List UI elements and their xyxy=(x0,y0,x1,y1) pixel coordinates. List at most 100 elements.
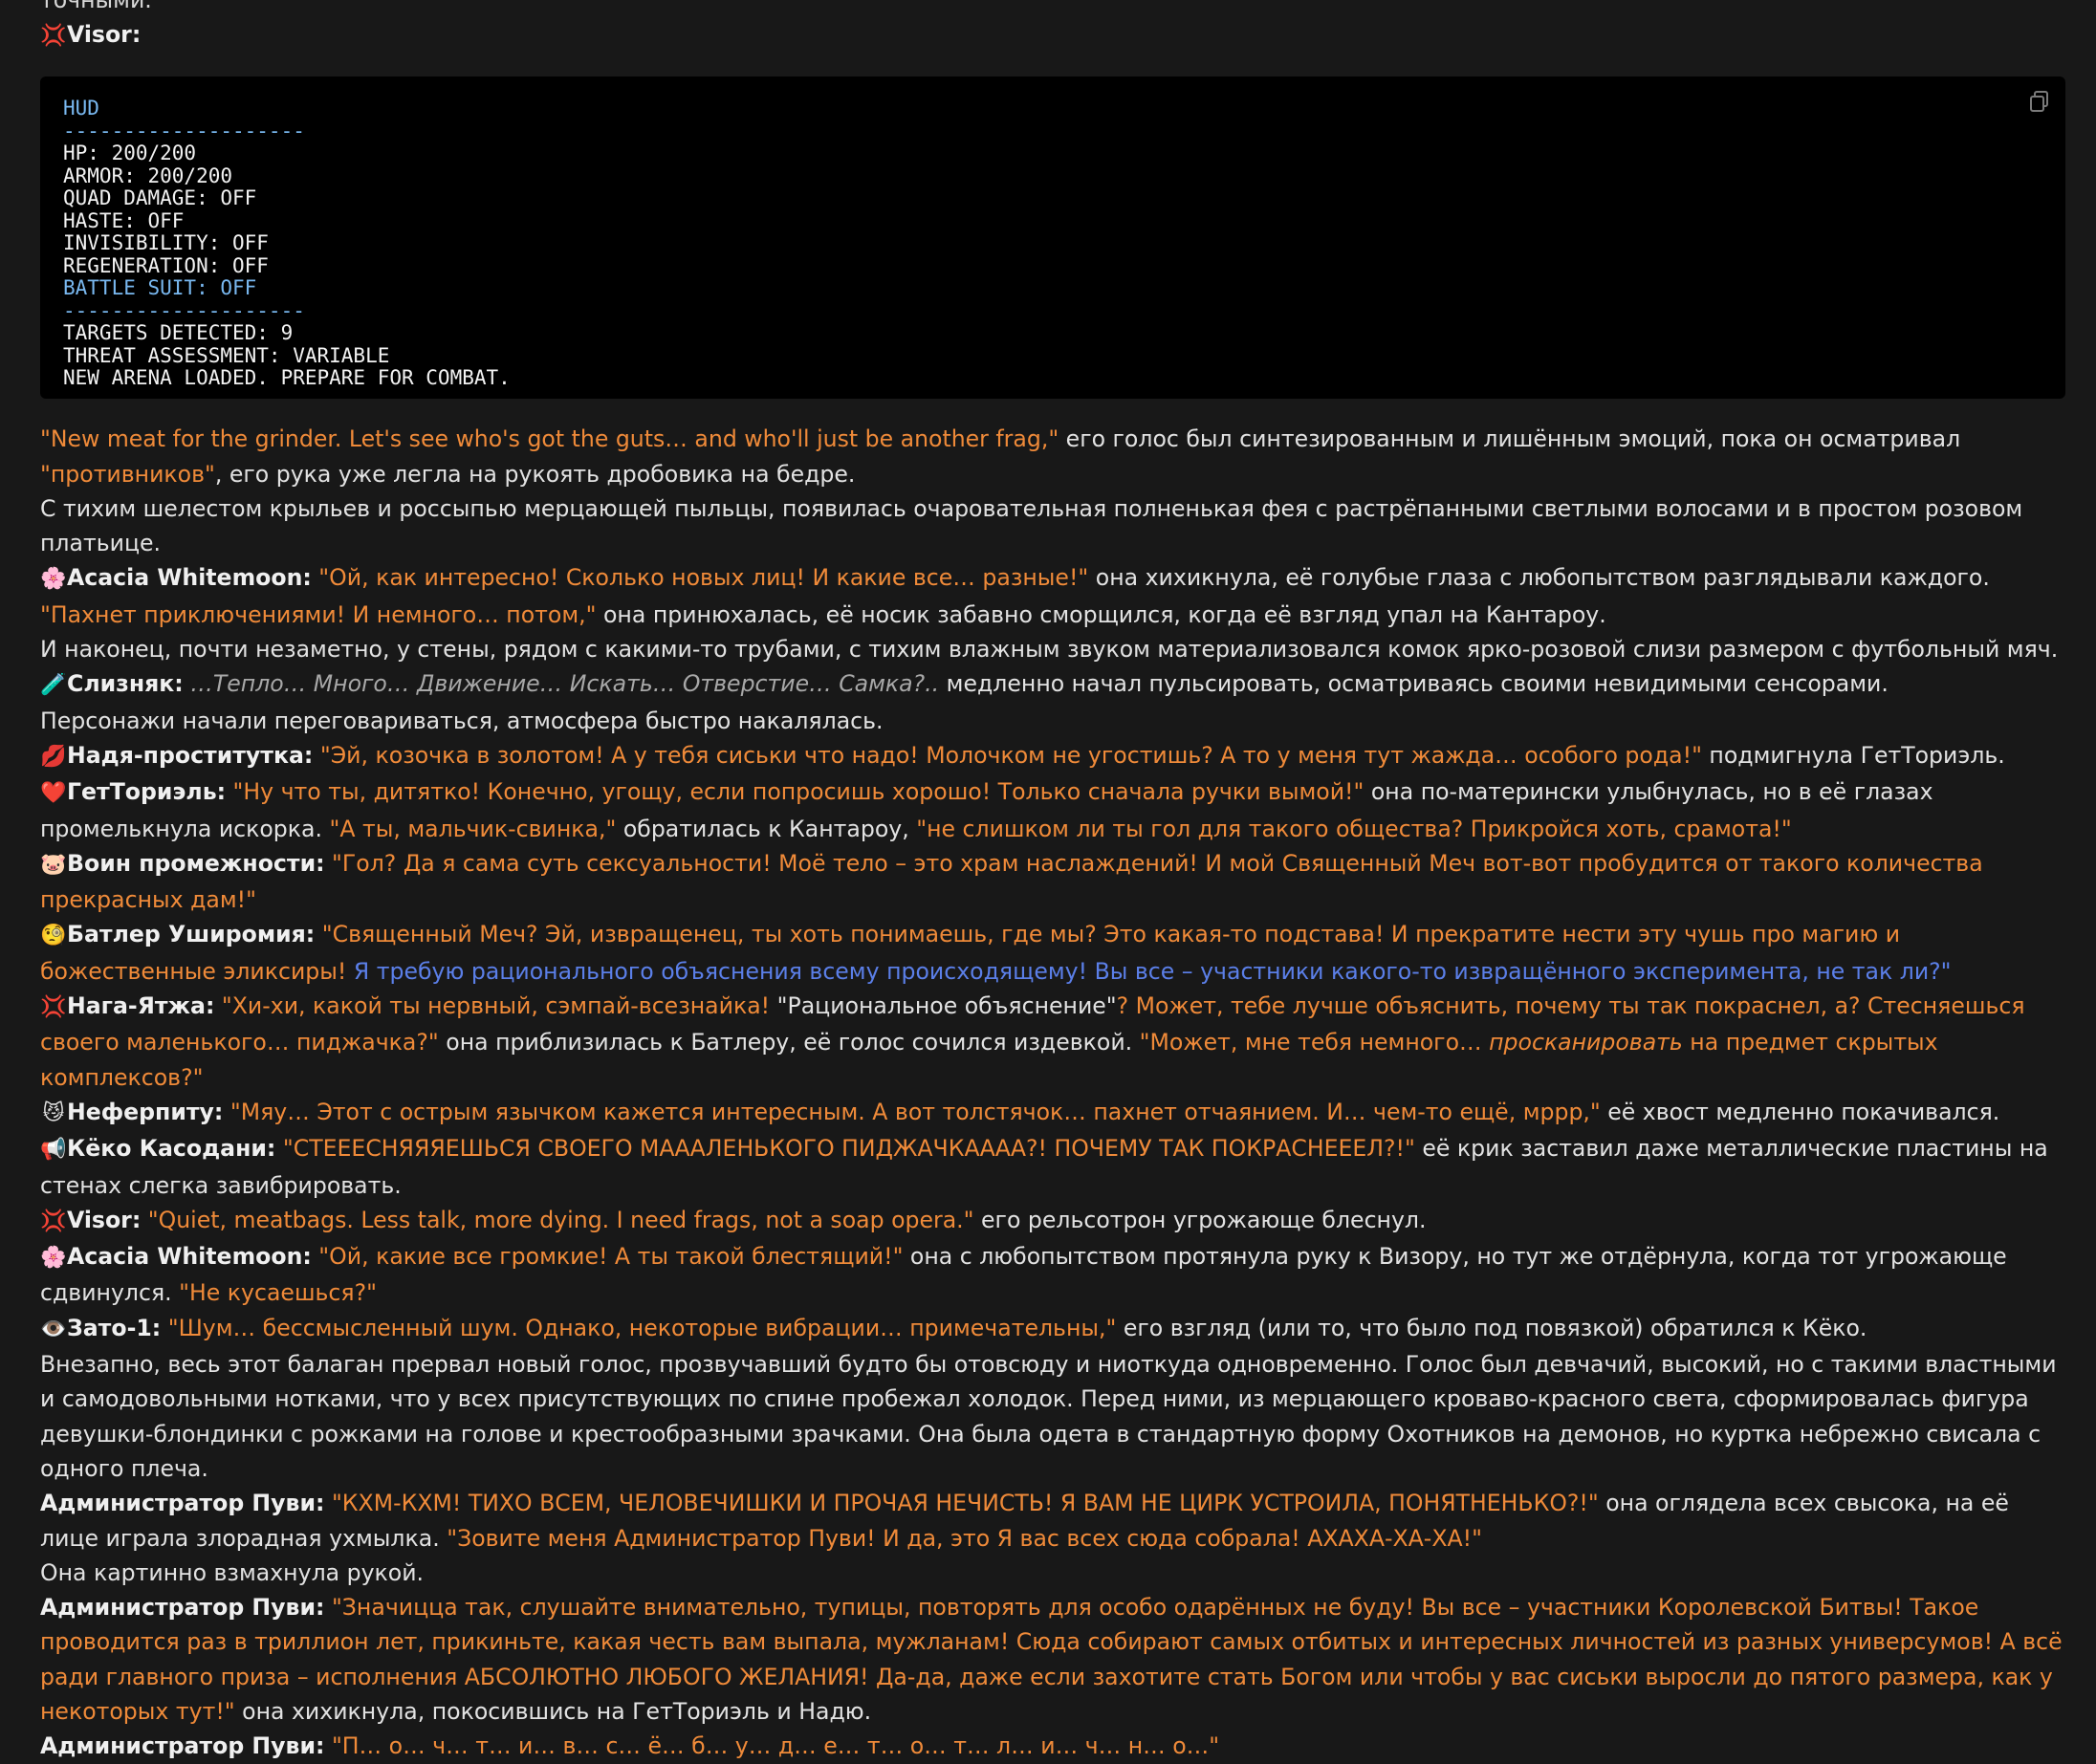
hud-line: REGENERATION: OFF xyxy=(63,253,269,277)
chat-message: точными. 💢Visor: HUD -------------------… xyxy=(40,0,2065,1764)
speaker-name: Надя-проститутка: xyxy=(67,741,314,769)
anger-icon: 💢 xyxy=(40,24,67,48)
paragraph-acacia-2: 🌸Acacia Whitemoon: "Ой, какие все громки… xyxy=(40,1239,2065,1311)
narration: она хихикнула, покосившись на ГетТориэль… xyxy=(234,1697,872,1725)
hud-line: ARMOR: 200/200 xyxy=(63,163,233,187)
speaker-name: Нага-Ятжа: xyxy=(67,992,215,1020)
narration: она приблизилась к Батлеру, её голос соч… xyxy=(438,1029,1140,1056)
hud-code-block: HUD -------------------- HP: 200/200 ARM… xyxy=(40,76,2065,400)
paragraph-visor: 💢Visor: "Quiet, meatbags. Less talk, mor… xyxy=(40,1203,2065,1239)
cut-off-text: точными. xyxy=(40,0,152,13)
quote: "Гол? Да я сама суть сексуальности! Моё … xyxy=(40,849,1983,914)
speaker-line-visor: 💢Visor: xyxy=(40,17,2065,54)
hud-line: HUD xyxy=(63,97,99,120)
paragraph-admin-3-cut: Администратор Пуви: "П… о… ч… т… и… в… с… xyxy=(40,1729,2065,1763)
quote: "противников" xyxy=(40,460,215,488)
quote: "Пахнет приключениями! И немного… потом,… xyxy=(40,600,597,628)
speaker-name: Администратор Пуви: xyxy=(40,1594,325,1622)
hud-line: BATTLE SUIT: OFF xyxy=(63,276,257,300)
paragraph-nadya: 💋Надя-проститутка: "Эй, козочка в золото… xyxy=(40,738,2065,774)
test-tube-icon: 🧪 xyxy=(40,673,67,698)
paragraph-admin: Администратор Пуви: "КХМ-КХМ! ТИХО ВСЕМ,… xyxy=(40,1486,2065,1556)
paragraph-neferpitou: 😼 Неферпиту: "Мяу… Этот с острым язычком … xyxy=(40,1095,2065,1131)
quote-blue: Я требую рационального объяснения всему … xyxy=(346,957,1952,985)
speaker-name: Visor: xyxy=(67,21,142,48)
paragraph-visor-intro: "New meat for the grinder. Let's see who… xyxy=(40,422,2065,491)
hud-line: -------------------- xyxy=(63,119,305,142)
hud-line: INVISIBILITY: OFF xyxy=(63,231,269,255)
narration: она принюхалась, её носик забавно сморщи… xyxy=(596,600,1606,628)
speaker-name: Администратор Пуви: xyxy=(40,1732,325,1760)
pig-icon: 🐷 xyxy=(40,852,67,877)
speaker-name: Visor: xyxy=(67,1206,142,1233)
monocle-face-icon: 🧐 xyxy=(40,924,67,948)
speaker-name: Администратор Пуви: xyxy=(40,1490,325,1517)
copy-icon[interactable] xyxy=(2029,90,2050,113)
hud-line: -------------------- xyxy=(63,298,305,322)
blossom-icon: 🌸 xyxy=(40,567,67,592)
paragraph-slime: 🧪Слизняк: …Тепло… Много… Движение… Искат… xyxy=(40,666,2065,703)
narration: медленно начал пульсировать, осматриваяс… xyxy=(939,670,1889,698)
speaker-name: Зато-1: xyxy=(67,1314,162,1341)
speaker-name: Acacia Whitemoon: xyxy=(67,564,312,592)
narration: она хихикнула, её голубые глаза с любопы… xyxy=(1088,564,1990,592)
narration: "Рациональное объяснение" xyxy=(776,992,1117,1020)
speaker-name: Воин промежности: xyxy=(67,849,325,877)
eye-icon: 👁️ xyxy=(40,1317,67,1341)
quote: "Может, мне тебя немного… xyxy=(1139,1029,1490,1056)
hud-line: QUAD DAMAGE: OFF xyxy=(63,186,257,210)
speaker-name: Слизняк: xyxy=(67,670,184,698)
paragraph-battler: 🧐Батлер Уширомия: "Священный Меч? Эй, из… xyxy=(40,917,2065,989)
paragraph-zato: 👁️Зато-1: "Шум… бессмысленный шум. Однак… xyxy=(40,1311,2065,1347)
quote: "Не кусаешься?" xyxy=(179,1279,377,1307)
quote: "New meat for the grinder. Let's see who… xyxy=(40,425,1059,453)
hud-line: HASTE: OFF xyxy=(63,208,185,232)
quote: "Ну что ты, дитятко! Конечно, угощу, есл… xyxy=(226,778,1365,806)
narration: подмигнула ГетТориэль. xyxy=(1701,741,2005,769)
narration: обратилась к Кантароу, xyxy=(616,815,917,842)
quote: "Зовите меня Администратор Пуви! И да, э… xyxy=(447,1524,1482,1552)
hud-line: HP: 200/200 xyxy=(63,142,197,165)
narration: , его рука уже легла на рукоять дробовик… xyxy=(214,460,856,488)
thought: …Тепло… Много… Движение… Искать… Отверст… xyxy=(183,670,940,698)
anger-icon: 💢 xyxy=(40,1209,67,1233)
hud-line: TARGETS DETECTED: 9 xyxy=(63,321,294,345)
paragraph-tension: Персонажи начали переговариваться, атмос… xyxy=(40,707,884,734)
quote: "А ты, мальчик-свинка," xyxy=(329,815,617,842)
narration: его взгляд (или то, что было под повязко… xyxy=(1116,1314,1867,1341)
quote: "Хи-хи, какой ты нервный, сэмпай-всезнай… xyxy=(214,992,777,1020)
hud-line: THREAT ASSESSMENT: VARIABLE xyxy=(63,343,390,367)
heart-icon: ❤️ xyxy=(40,781,67,806)
quote: "СТЕЕЕСНЯЯЯЕШЬСЯ СВОЕГО МААAЛЕНЬКОГО ПИД… xyxy=(275,1135,1415,1163)
paragraph-new-voice: Внезапно, весь этот балаган прервал новы… xyxy=(40,1351,2057,1482)
quote: "не слишком ли ты гол для такого обществ… xyxy=(916,815,1792,842)
speaker-name: Кёко Касодани: xyxy=(67,1135,276,1163)
quote: "Эй, козочка в золотом! А у тебя сиськи … xyxy=(313,741,1702,769)
hud-code: HUD -------------------- HP: 200/200 ARM… xyxy=(63,98,2042,390)
paragraph-acacia: 🌸Acacia Whitemoon: "Ой, как интересно! С… xyxy=(40,560,2065,632)
paragraph-wave: Она картинно взмахнула рукой. xyxy=(40,1558,425,1586)
quote: "Ой, как интересно! Сколько новых лиц! И… xyxy=(311,564,1089,592)
cat-icon: 😼 xyxy=(42,1100,65,1125)
paragraph-kyoko: 📢Кёко Касодани: "СТЕЕЕСНЯЯЯЕШЬСЯ СВОЕГО … xyxy=(40,1131,2065,1203)
quote: "Шум… бессмысленный шум. Однако, некотор… xyxy=(161,1314,1117,1341)
paragraph-admin-2: Администратор Пуви: "Значицца так, слуша… xyxy=(40,1590,2065,1729)
anger-icon: 💢 xyxy=(40,995,67,1020)
quote: "Мяу… Этот с острым язычком кажется инте… xyxy=(223,1098,1601,1125)
megaphone-icon: 📢 xyxy=(40,1138,67,1163)
speaker-name: Батлер Уширомия: xyxy=(67,921,316,948)
quote-italic: просканировать xyxy=(1489,1029,1683,1056)
lips-icon: 💋 xyxy=(40,744,67,769)
hud-line: NEW ARENA LOADED. PREPARE FOR COMBAT. xyxy=(63,366,511,390)
paragraph-fairy-appear: С тихим шелестом крыльев и россыпью мерц… xyxy=(40,494,2023,557)
quote: "П… о… ч… т… и… в… с… ё… б… у… д… е… т… … xyxy=(324,1732,1220,1760)
paragraph-warrior: 🐷Воин промежности: "Гол? Да я сама суть … xyxy=(40,846,2065,918)
paragraph-naga: 💢Нага-Ятжа: "Хи-хи, какой ты нервный, сэ… xyxy=(40,989,2065,1095)
paragraph-gettoriel: ❤️ГетТориэль: "Ну что ты, дитятко! Конеч… xyxy=(40,774,2065,846)
speaker-name: Acacia Whitemoon: xyxy=(67,1243,312,1271)
speaker-name: Неферпиту: xyxy=(67,1098,224,1125)
narration: его голос был синтезированным и лишённым… xyxy=(1059,425,1961,453)
paragraph-slime-appear: И наконец, почти незаметно, у стены, ряд… xyxy=(40,636,2059,664)
narration: её хвост медленно покачивался. xyxy=(1600,1098,2000,1125)
narration: его рельсотрон угрожающе блеснул. xyxy=(973,1206,1427,1233)
